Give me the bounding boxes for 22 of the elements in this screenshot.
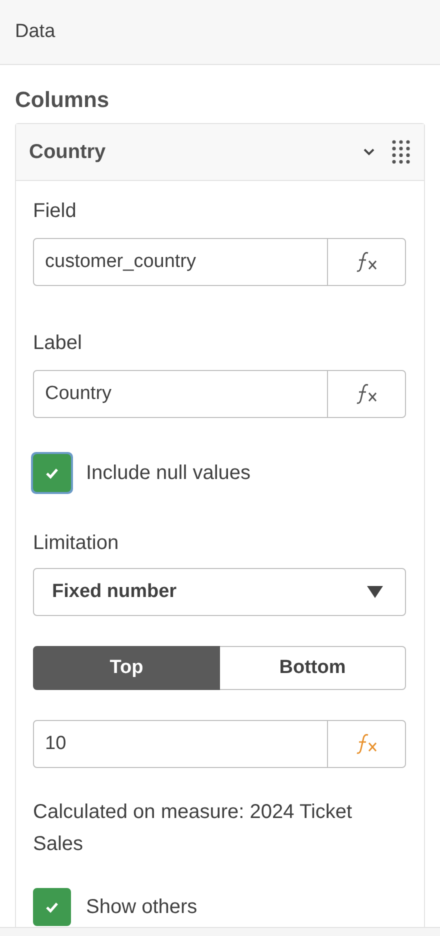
checkmark-icon — [45, 901, 59, 913]
checkbox[interactable] — [33, 888, 71, 926]
checkbox-label: Include null values — [86, 462, 251, 484]
segment-tab[interactable]: Top — [33, 646, 220, 690]
panel-title: Data — [15, 21, 56, 43]
field-label: Field — [33, 200, 78, 224]
dropdown-arrow-icon — [367, 586, 383, 598]
section-title: Columns — [15, 87, 110, 113]
drag-handle-icon[interactable] — [391, 139, 411, 165]
field-label: Limitation — [33, 532, 120, 556]
checkmark-icon — [45, 467, 59, 479]
segment-tab[interactable]: Bottom — [220, 646, 406, 690]
limitation-dropdown[interactable]: Fixed number — [33, 568, 406, 616]
column-card-header[interactable]: Country — [16, 124, 424, 181]
measure-note: Calculated on measure: 2024 Ticket Sales — [33, 800, 354, 857]
field-label: Label — [33, 332, 83, 356]
checkbox-label: Show others — [86, 896, 198, 918]
chevron-down-icon[interactable] — [363, 148, 375, 156]
label-input[interactable]: Country — [33, 370, 406, 418]
field-input[interactable]: customer_country — [33, 238, 406, 286]
column-title: Country — [29, 140, 107, 164]
limit-input[interactable]: 10 — [33, 720, 406, 768]
